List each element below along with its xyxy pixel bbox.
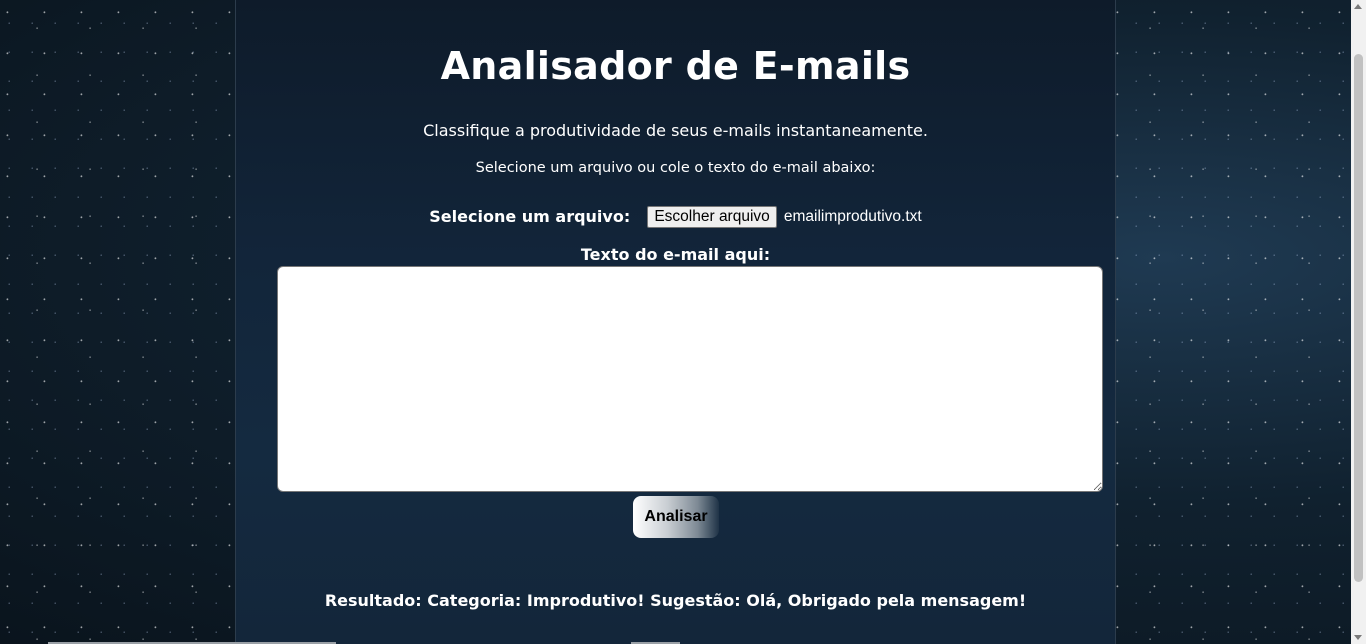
selected-file-name: emailimprodutivo.txt: [783, 208, 922, 225]
scroll-up-arrow-icon[interactable]: [1354, 4, 1362, 9]
instruction-text: Selecione um arquivo ou cole o texto do …: [475, 160, 876, 176]
email-text-input[interactable]: [277, 266, 1103, 492]
scroll-down-arrow-icon[interactable]: [1354, 635, 1362, 640]
file-input-label: Selecione um arquivo:: [429, 206, 631, 226]
vertical-scrollbar[interactable]: [1351, 0, 1366, 644]
analyze-button[interactable]: Analisar: [633, 496, 719, 538]
file-input-row: Selecione um arquivo: Escolher arquivo e…: [236, 206, 1115, 228]
result-text: Resultado: Categoria: Improdutivo! Suges…: [324, 591, 1027, 610]
email-text-label: Texto do e-mail aqui:: [580, 245, 771, 264]
page-subtitle: Classifique a produtividade de seus e-ma…: [423, 121, 928, 140]
page-title: Analisador de E-mails: [440, 44, 911, 88]
main-panel: Analisador de E-mails Classifique a prod…: [235, 0, 1116, 644]
scrollbar-thumb[interactable]: [1354, 54, 1363, 582]
choose-file-button[interactable]: Escolher arquivo: [647, 206, 777, 228]
